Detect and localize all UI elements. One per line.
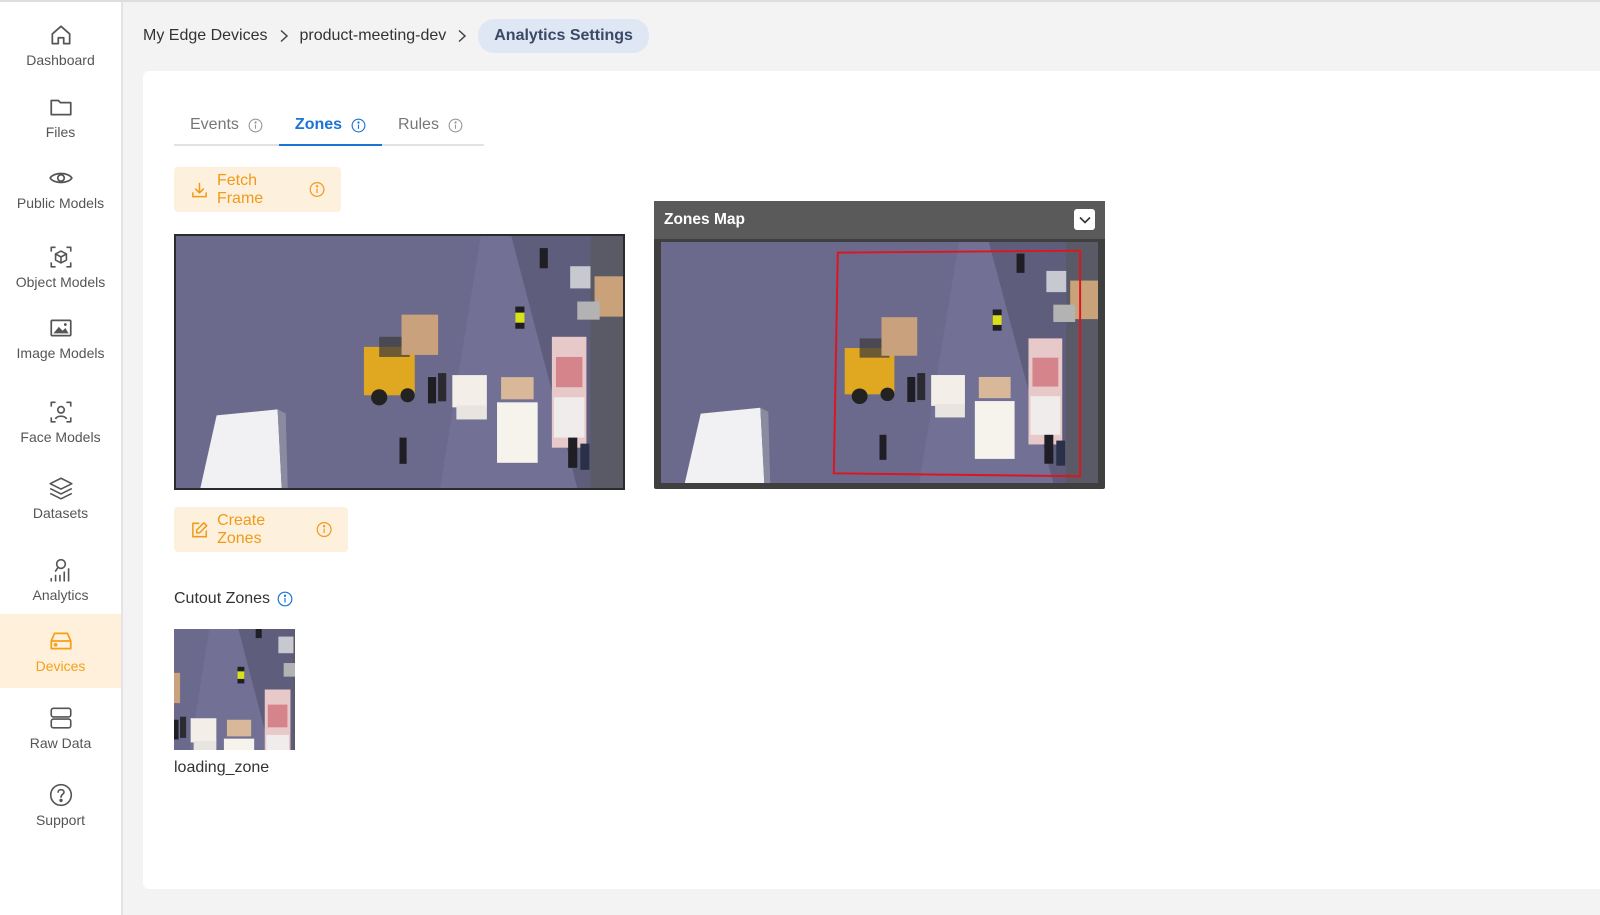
breadcrumb-current: Analytics Settings (478, 19, 649, 53)
sidebar-item-image-models[interactable]: Image Models (0, 301, 121, 375)
sidebar-item-label: Analytics (32, 587, 89, 603)
cube-icon (49, 246, 72, 268)
server-icon (49, 707, 72, 729)
edit-icon (192, 521, 208, 537)
sidebar-item-raw-data[interactable]: Raw Data (0, 691, 121, 765)
info-icon[interactable] (309, 181, 325, 198)
sidebar-item-face-models[interactable]: Face Models (0, 385, 121, 459)
tab-label: Events (190, 116, 239, 133)
tab-events[interactable]: Events (174, 106, 279, 144)
sidebar-item-label: Face Models (20, 429, 101, 445)
face-scan-icon (49, 401, 72, 423)
main-panel: Events Zones Rules Fetch Frame Zones Map (143, 71, 1600, 889)
zones-map-image[interactable] (661, 242, 1098, 483)
tab-zones[interactable]: Zones (278, 106, 383, 146)
collapse-button[interactable] (1074, 209, 1095, 230)
sidebar-item-object-models[interactable]: Object Models (0, 230, 121, 304)
eye-icon (48, 172, 73, 184)
home-icon (50, 25, 71, 45)
tab-label: Zones (294, 116, 343, 133)
folder-icon (49, 99, 72, 116)
tab-rules[interactable]: Rules (382, 106, 479, 144)
cutout-zone-thumbnail[interactable] (174, 629, 295, 750)
sidebar-item-files[interactable]: Files (0, 80, 121, 154)
info-icon[interactable] (448, 118, 463, 133)
tab-bar: Events Zones Rules (174, 106, 484, 146)
chevron-right-icon (278, 29, 290, 43)
chevron-down-icon (1078, 216, 1091, 224)
breadcrumb-device[interactable]: product-meeting-dev (300, 27, 447, 45)
fetched-frame-image (174, 234, 625, 490)
top-border (0, 0, 1600, 2)
device-icon (49, 632, 72, 650)
sidebar-item-label: Datasets (32, 505, 89, 521)
sidebar-item-datasets[interactable]: Datasets (0, 461, 121, 535)
sidebar-item-label: Image Models (16, 345, 105, 361)
sidebar-item-label: Files (45, 124, 76, 140)
info-icon[interactable] (316, 521, 332, 538)
create-zones-button[interactable]: Create Zones (174, 507, 348, 552)
sidebar-item-analytics[interactable]: Analytics (0, 543, 121, 617)
sidebar-item-label: Object Models (15, 274, 106, 290)
tab-label: Rules (398, 116, 439, 133)
sidebar-item-support[interactable]: Support (0, 768, 121, 842)
sidebar-item-dashboard[interactable]: Dashboard (0, 8, 121, 82)
zones-map-title: Zones Map (664, 211, 745, 228)
zones-map-panel: Zones Map (654, 201, 1105, 489)
layers-icon (48, 477, 73, 500)
sidebar-item-label: Raw Data (29, 735, 92, 751)
sidebar-item-label: Support (35, 812, 86, 828)
sidebar-item-label: Dashboard (26, 52, 95, 68)
sidebar-item-label: Public Models (16, 195, 105, 211)
analytics-icon (49, 558, 69, 582)
sidebar-item-public-models[interactable]: Public Models (0, 151, 121, 225)
info-icon[interactable] (248, 118, 263, 133)
sidebar-item-label: Devices (35, 658, 86, 674)
cutout-zone-name: loading_zone (174, 759, 270, 776)
info-icon[interactable] (351, 118, 366, 133)
help-icon (49, 783, 72, 807)
breadcrumb-my-edge-devices[interactable]: My Edge Devices (143, 27, 268, 45)
download-icon (192, 182, 207, 197)
chevron-right-icon (456, 29, 468, 43)
image-icon (49, 319, 72, 337)
sidebar-item-devices[interactable]: Devices (0, 614, 121, 688)
fetch-frame-label: Fetch Frame (216, 171, 264, 207)
fetch-frame-button[interactable]: Fetch Frame (174, 167, 341, 212)
sidebar: Dashboard Files Public Models Object Mod… (0, 2, 123, 915)
create-zones-label: Create Zones (217, 511, 266, 547)
zones-map-header: Zones Map (654, 201, 1105, 239)
cutout-zones-heading: Cutout Zones (174, 590, 293, 608)
breadcrumb: My Edge Devices product-meeting-dev Anal… (143, 18, 649, 54)
cutout-zones-title: Cutout Zones (174, 590, 271, 607)
info-icon[interactable] (277, 591, 293, 607)
